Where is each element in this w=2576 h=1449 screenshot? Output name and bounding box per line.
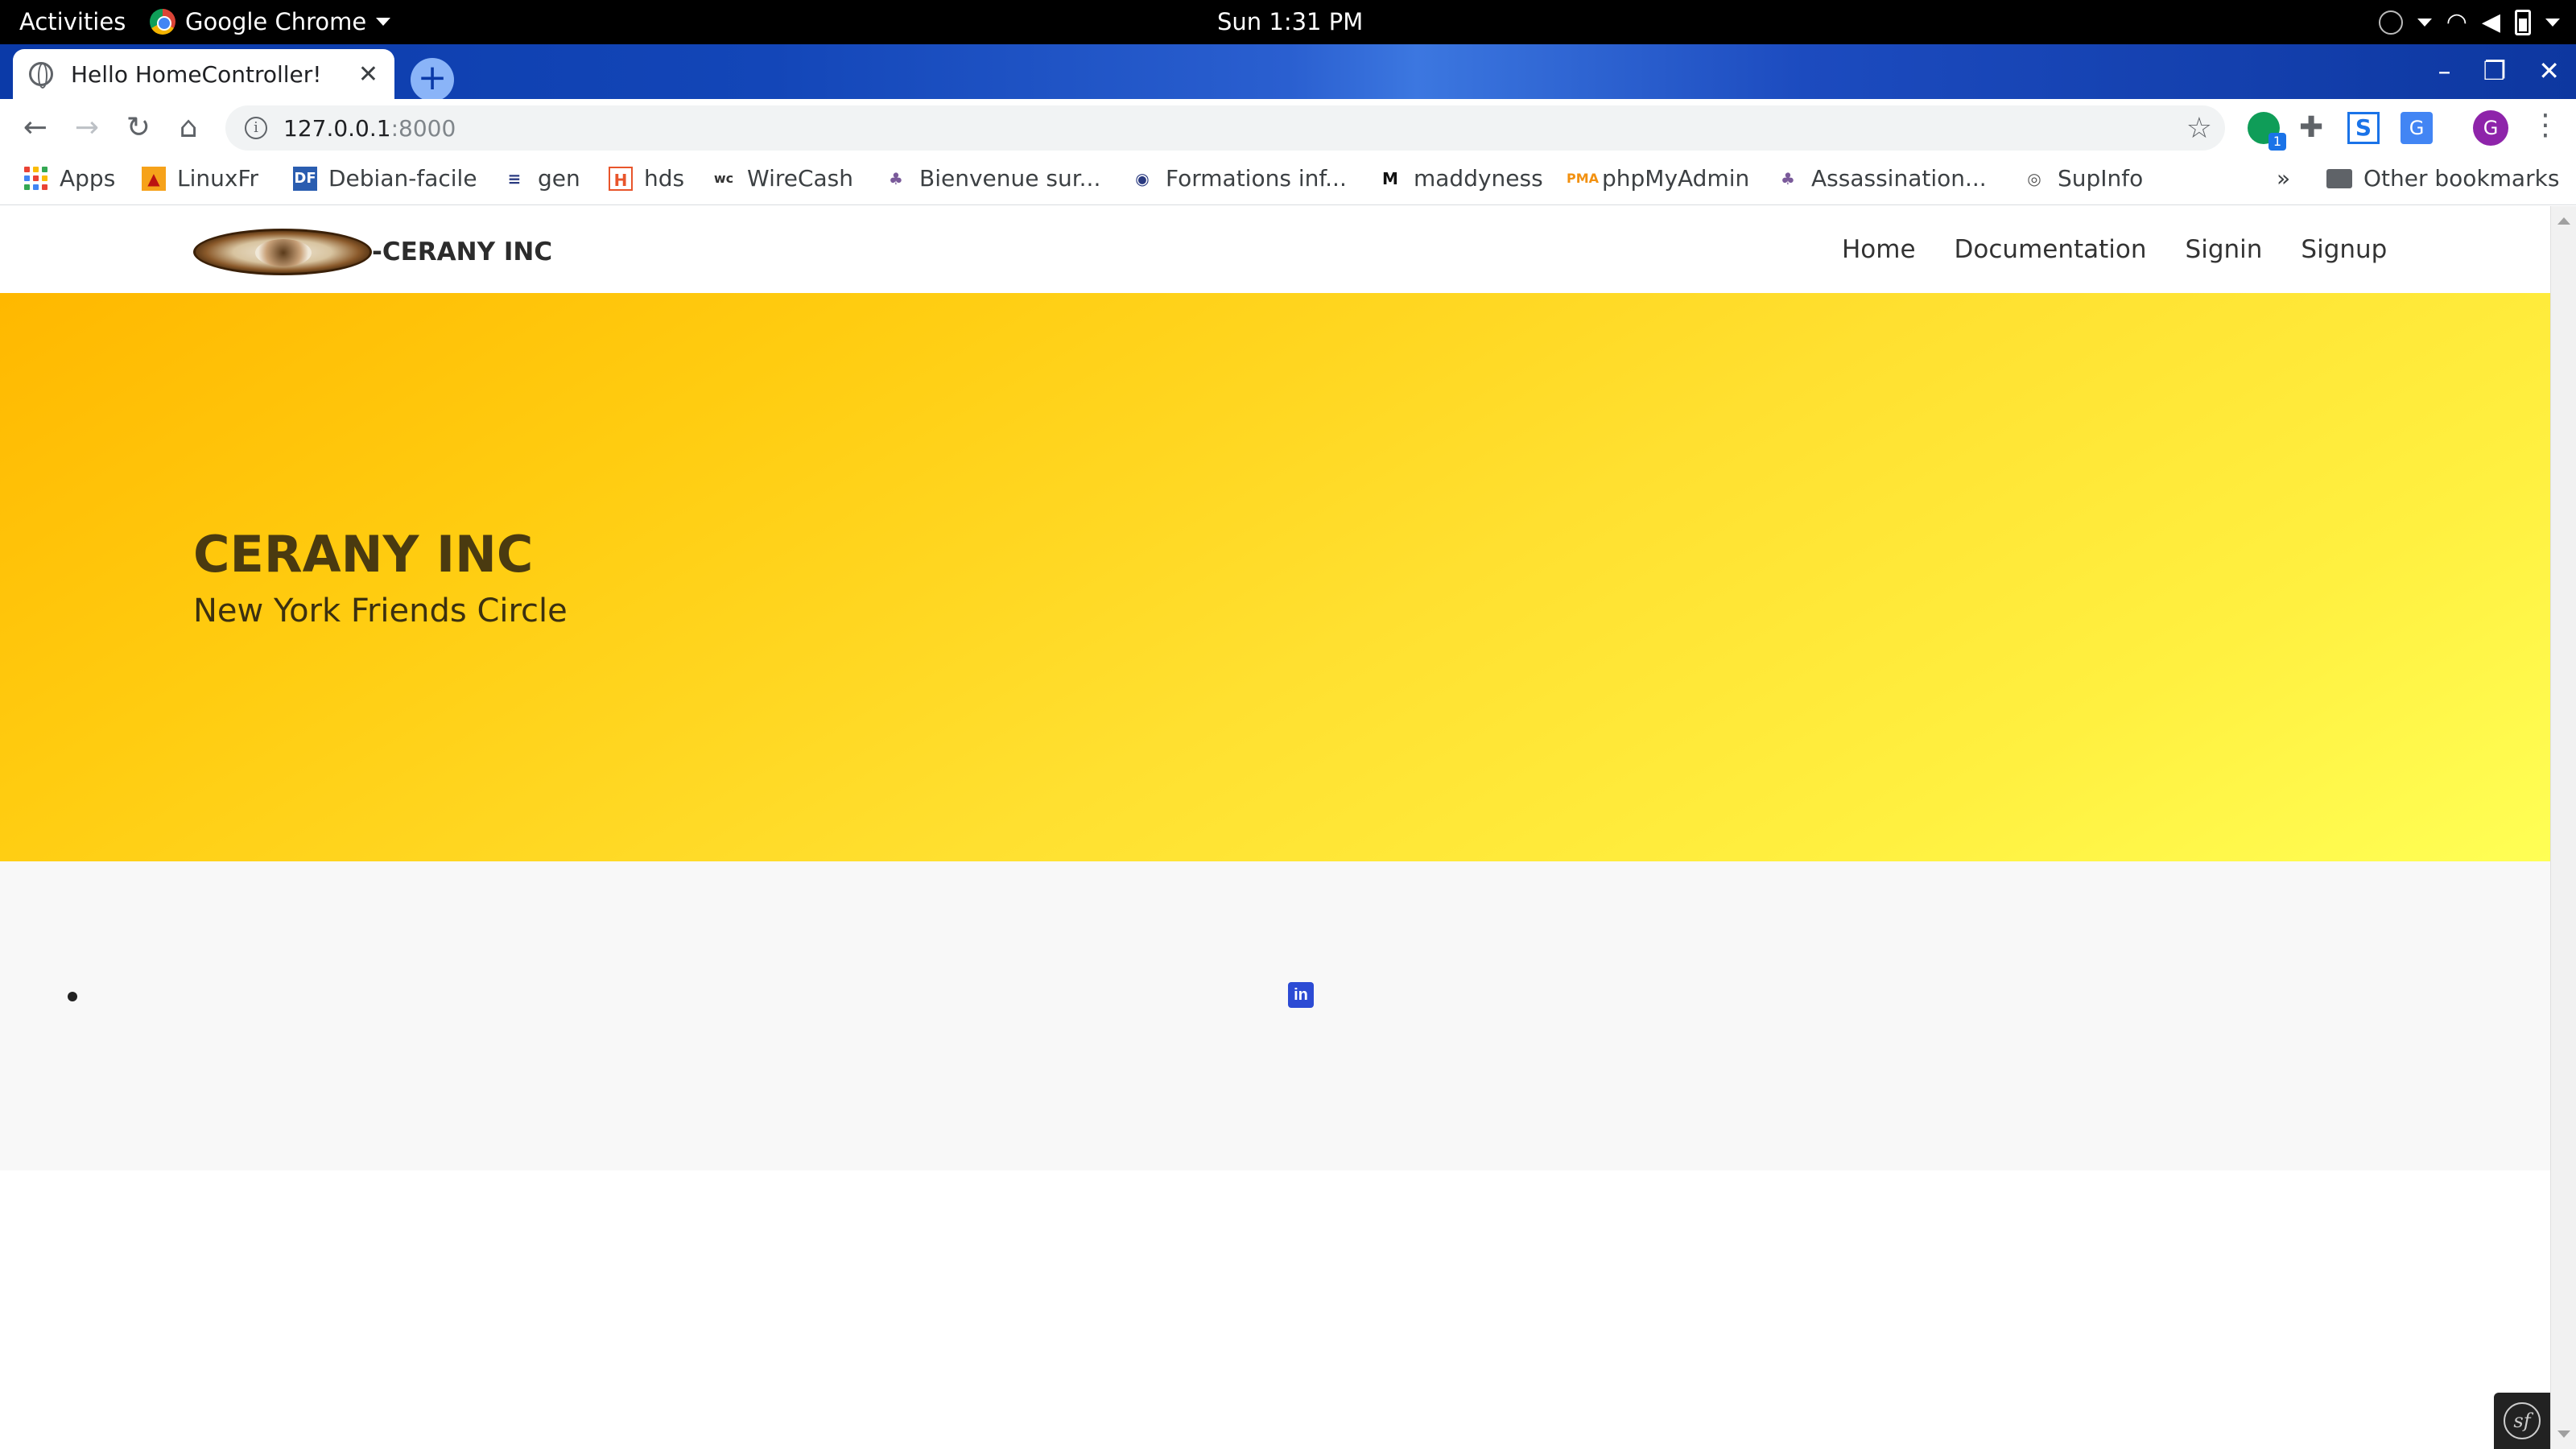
bookmark-debian-facile[interactable]: DF Debian-facile [293, 165, 477, 192]
nav-signin-link[interactable]: Signin [2186, 235, 2263, 264]
nav-signup-link[interactable]: Signup [2301, 235, 2387, 264]
activities-button[interactable]: Activities [19, 8, 126, 35]
bookmark-bienvenue[interactable]: ♣ Bienvenue sur... [884, 165, 1100, 192]
linuxfr-icon: ▲ [142, 166, 166, 191]
puzzle-extension-icon[interactable]: ✚ [2299, 112, 2331, 144]
extension-badge: 1 [2268, 133, 2286, 151]
bookmark-phpmyadmin[interactable]: PMA phpMyAdmin [1567, 165, 1749, 192]
formations-icon: ◉ [1135, 168, 1150, 188]
symfony-toolbar-toggle[interactable]: sf [2494, 1393, 2550, 1449]
browser-toolbar: ← → ↻ ⌂ i 127.0.0.1:8000 ☆ 1 ✚ S G G ⋮ [0, 99, 2576, 157]
assassination-icon: ♣ [1781, 168, 1795, 188]
volume-icon: ◀ [2481, 8, 2500, 36]
url-text[interactable]: 127.0.0.1:8000 [283, 115, 456, 142]
address-bar[interactable]: i 127.0.0.1:8000 ☆ [225, 105, 2225, 151]
gen-icon: ≡ [507, 168, 522, 188]
app-name: Google Chrome [185, 8, 367, 35]
cerany-logo [193, 229, 372, 275]
nav-documentation-link[interactable]: Documentation [1955, 235, 2147, 264]
maximize-icon[interactable]: ❐ [2483, 56, 2507, 86]
chevron-down-icon [2545, 18, 2560, 27]
chevron-down-icon [376, 18, 391, 26]
s-extension-icon[interactable]: S [2347, 112, 2380, 144]
profile-avatar[interactable]: G [2473, 110, 2508, 146]
browser-tab[interactable]: Hello HomeController! ✕ [13, 49, 394, 99]
supinfo-icon: ◎ [2027, 168, 2041, 188]
bookmarks-overflow-button[interactable]: » [2277, 165, 2290, 192]
site-info-icon[interactable]: i [245, 117, 267, 139]
new-tab-button[interactable]: + [411, 58, 454, 101]
menu-kebab-icon[interactable]: ⋮ [2531, 109, 2560, 142]
other-bookmarks[interactable]: Other bookmarks [2326, 165, 2559, 192]
home-icon[interactable]: ⌂ [169, 109, 208, 147]
site-nav-links: Home Documentation Signin Signup [1842, 235, 2387, 264]
bienvenue-icon: ♣ [889, 168, 903, 188]
web-page: -CERANY INC Home Documentation Signin Si… [0, 206, 2550, 1449]
hero-title: CERANY INC [193, 525, 534, 584]
bookmark-wirecash[interactable]: wc WireCash [712, 165, 853, 192]
system-top-bar: Activities Google Chrome Sun 1:31 PM ◠ ◀ [0, 0, 2576, 44]
scroll-up-arrow-icon[interactable] [2557, 217, 2570, 225]
bookmark-linuxfr[interactable]: ▲ LinuxFr [142, 165, 258, 192]
hero-subtitle: New York Friends Circle [193, 592, 568, 630]
site-footer: in [0, 861, 2550, 1170]
back-icon[interactable]: ← [16, 109, 55, 147]
nav-home-link[interactable]: Home [1842, 235, 1916, 264]
debian-facile-icon: DF [293, 166, 317, 191]
phpmyadmin-icon: PMA [1567, 170, 1600, 186]
close-tab-icon[interactable]: ✕ [358, 60, 378, 89]
minimize-icon[interactable]: – [2438, 56, 2451, 86]
symfony-icon: sf [2504, 1402, 2541, 1439]
window-controls: – ❐ ✕ [2438, 56, 2561, 86]
scroll-down-arrow-icon[interactable] [2557, 1430, 2570, 1438]
folder-icon [2326, 168, 2352, 188]
bookmarks-bar: Apps ▲ LinuxFr DF Debian-facile ≡ gen H … [0, 157, 2576, 205]
chevron-down-icon [2417, 18, 2432, 27]
linkedin-icon[interactable]: in [1288, 982, 1314, 1008]
bookmark-gen[interactable]: ≡ gen [502, 165, 580, 192]
maddyness-icon: M [1382, 168, 1398, 188]
close-window-icon[interactable]: ✕ [2538, 56, 2560, 86]
globe-icon [29, 62, 53, 89]
tab-strip: Hello HomeController! ✕ + – ❐ ✕ [0, 44, 2576, 101]
bookmark-apps[interactable]: Apps [24, 165, 115, 192]
app-menu[interactable]: Google Chrome [150, 8, 391, 35]
bookmark-maddyness[interactable]: M maddyness [1378, 165, 1543, 192]
bookmark-formations[interactable]: ◉ Formations inf... [1130, 165, 1347, 192]
battery-icon [2515, 9, 2531, 35]
reload-icon[interactable]: ↻ [119, 109, 158, 147]
wifi-icon: ◠ [2446, 8, 2467, 36]
bookmark-supinfo[interactable]: ◎ SupInfo [2022, 165, 2143, 192]
status-ring-icon [2378, 10, 2403, 35]
list-bullet [68, 992, 77, 1001]
apps-grid-icon [24, 166, 48, 191]
site-brand[interactable]: -CERANY INC [193, 229, 552, 275]
translate-extension-icon[interactable]: G [2401, 112, 2433, 144]
forward-icon[interactable]: → [68, 109, 106, 147]
page-scrollbar[interactable] [2550, 206, 2576, 1449]
brand-name: -CERANY INC [372, 237, 553, 266]
hero-banner: CERANY INC New York Friends Circle [0, 293, 2550, 861]
clock[interactable]: Sun 1:31 PM [1217, 8, 1363, 35]
hds-icon: H [609, 166, 633, 191]
tab-title: Hello HomeController! [71, 60, 322, 88]
bookmark-hds[interactable]: H hds [609, 165, 684, 192]
extension-green-icon[interactable]: 1 [2248, 112, 2286, 151]
site-navbar: -CERANY INC Home Documentation Signin Si… [0, 206, 2550, 293]
bookmark-assassination[interactable]: ♣ Assassination... [1776, 165, 1987, 192]
system-tray[interactable]: ◠ ◀ [2378, 8, 2560, 36]
chrome-icon [150, 9, 175, 35]
wirecash-icon: wc [713, 170, 734, 186]
bookmark-star-icon[interactable]: ☆ [2186, 112, 2212, 145]
